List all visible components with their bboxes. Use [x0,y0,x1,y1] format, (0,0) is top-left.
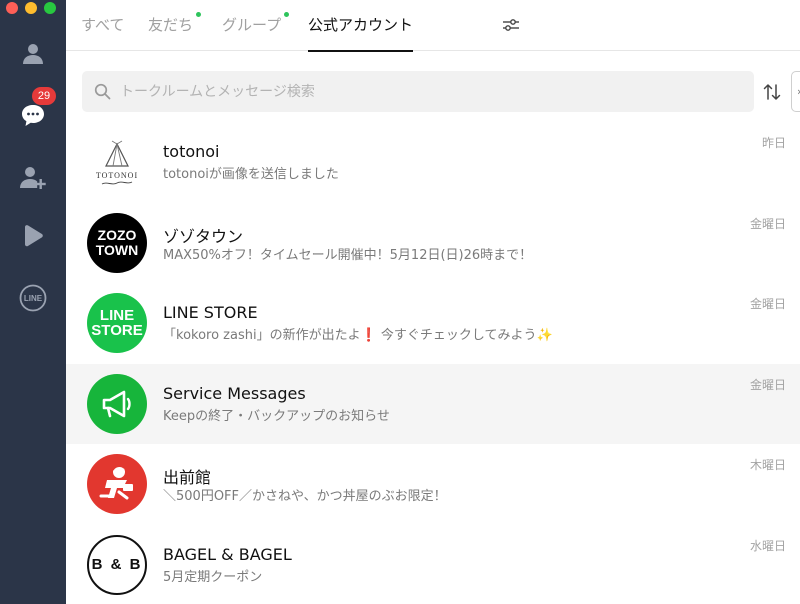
sidebar: 29 LINE [0,0,66,604]
chat-name: BAGEL & BAGEL [163,544,292,564]
chat-preview: Keepの終了・バックアップのお知らせ [163,408,390,424]
zozo-logo-line2: TOWN [95,241,139,258]
new-indicator-dot [284,12,289,17]
totonoi-logo-text: TOTONOI [96,171,138,180]
tab-label: 友だち [148,16,194,34]
tab-official-accounts[interactable]: 公式アカウント [308,0,414,52]
bagel-logo-text: B & B [91,556,143,573]
sidebar-chats-button[interactable]: 29 [0,87,66,135]
unread-count-badge: 29 [32,87,56,105]
chat-name: LINE STORE [163,303,258,322]
chat-row-demaecan[interactable]: 出前館 ＼500円OFF／かさねや、かつ丼屋のぶお限定！ 木曜日 [66,444,800,525]
chat-date: 木曜日 [749,458,786,472]
chat-bubble-icon [22,105,44,126]
chat-date: 水曜日 [749,538,786,553]
close-window-button[interactable] [6,2,18,14]
chat-row-line-store[interactable]: LINE STORE LINE STORE 「kokoro zashi」の新作が… [66,283,800,364]
chat-row-service-messages[interactable]: Service Messages Keepの終了・バックアップのお知らせ 金曜日 [66,363,800,444]
tent-logo-icon: TOTONOI [96,140,138,185]
search-input[interactable] [120,71,740,112]
new-indicator-dot [196,12,201,17]
tab-all[interactable]: すべて [81,0,124,51]
tab-label: 公式アカウント [308,16,414,34]
avatar [87,454,147,514]
chat-preview: MAX50%オフ！タイムセール開催中！5月12日(日)26時まで！ [163,247,533,263]
chat-preview: 5月定期クーポン [163,569,263,585]
chat-preview: ＼500円OFF／かさねや、かつ丼屋のぶお限定！ [163,489,447,504]
avatar: TOTONOI [87,132,147,192]
avatar: B & B [87,534,147,595]
search-icon [94,83,111,100]
chat-preview: 「kokoro zashi」の新作が出たよ❗️ 今すぐチェックしてみよう✨ [163,328,553,343]
tab-label: すべて [81,16,125,34]
chat-row-totonoi[interactable]: TOTONOI totonoi totonoiが画像を送信しました 昨日 [66,122,800,203]
line-logo-text: LINE [24,294,43,303]
avatar: ZOZO TOWN [87,212,147,273]
avatar: LINE STORE [87,293,147,353]
filter-settings-icon[interactable] [502,16,520,34]
partial-edge-button[interactable]: » [791,71,800,112]
chat-name: Service Messages [163,383,306,403]
tab-label: グループ [222,16,282,34]
sidebar-line-button[interactable]: LINE [0,278,66,318]
chat-date: 昨日 [761,136,786,150]
search-bar [82,71,754,112]
sidebar-add-friend-button[interactable] [0,157,66,197]
avatar [87,373,147,434]
chat-date: 金曜日 [749,216,786,231]
delivery-runner-icon [99,465,133,500]
zozo-logo-line1: ZOZO [97,226,137,243]
line-store-logo-line2: STORE [91,322,143,339]
chat-date: 金曜日 [749,297,786,311]
tab-friends[interactable]: 友だち [148,0,201,51]
sidebar-friends-button[interactable] [0,33,66,73]
minimize-window-button[interactable] [25,2,37,14]
add-friend-icon [20,167,46,189]
window-controls [6,2,56,14]
chat-row-bagel-and-bagel[interactable]: B & B BAGEL & BAGEL 5月定期クーポン 水曜日 [66,525,800,604]
line-logo-icon: LINE [19,284,47,312]
chat-list: TOTONOI totonoi totonoiが画像を送信しました 昨日 ZOZ… [66,122,800,604]
sort-icon[interactable] [762,82,782,102]
zoom-window-button[interactable] [44,2,56,14]
chat-row-zozotown[interactable]: ZOZO TOWN ゾゾタウン MAX50%オフ！タイムセール開催中！5月12日… [66,203,800,284]
chat-name: totonoi [163,142,220,161]
chat-preview: totonoiが画像を送信しました [163,167,339,182]
play-icon [25,225,43,247]
line-store-logo-line1: LINE [99,307,135,324]
chat-filter-tabs: すべて 友だち グループ 公式アカウント [66,0,800,52]
tab-groups[interactable]: グループ [222,0,289,51]
person-icon [23,44,43,64]
chat-date: 金曜日 [749,377,786,392]
megaphone-icon [102,390,131,417]
sidebar-voom-button[interactable] [0,216,66,256]
